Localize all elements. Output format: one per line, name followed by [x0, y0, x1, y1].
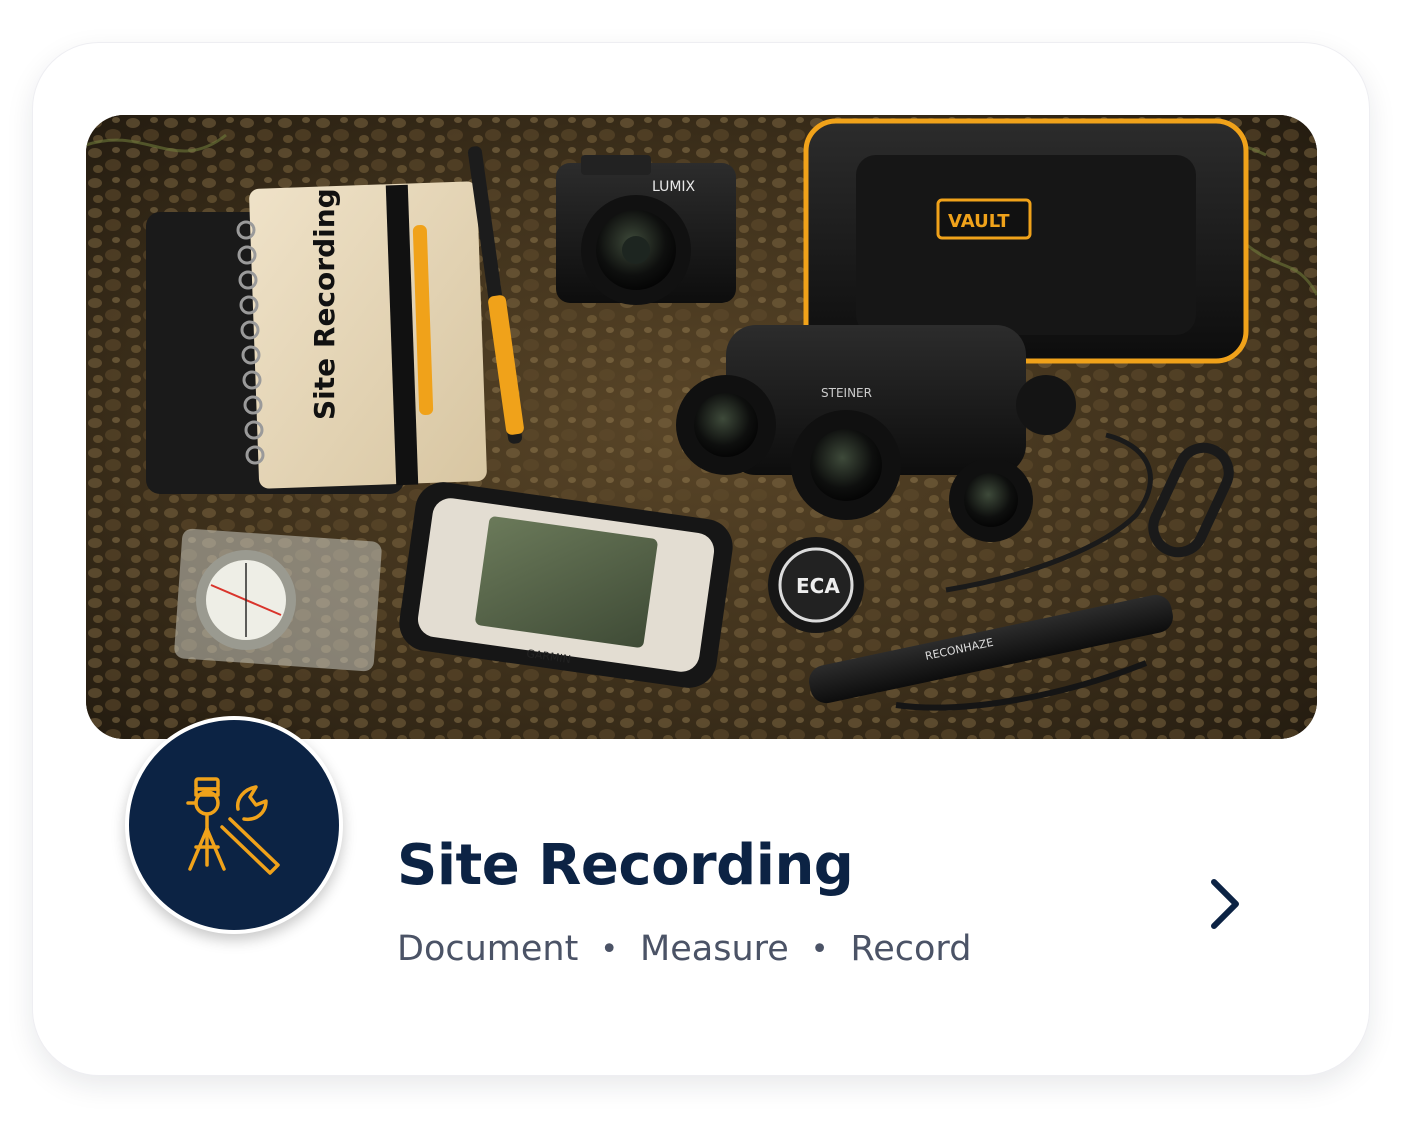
tag-measure: Measure [640, 929, 789, 969]
equipment-photo: Site Recording LUMIX VAULT STEINER GARMI… [86, 115, 1317, 739]
card-tags: Document • Measure • Record [397, 929, 971, 969]
lens-cap: ECA [768, 537, 864, 633]
case-brand: VAULT [948, 211, 1010, 232]
tag-separator: • [600, 931, 619, 967]
compass [174, 528, 382, 672]
tag-record: Record [850, 929, 972, 969]
tag-document: Document [397, 929, 579, 969]
camera: LUMIX [556, 155, 736, 305]
lens-cap-brand: ECA [796, 574, 840, 598]
site-recording-card[interactable]: Site Recording LUMIX VAULT STEINER GARMI… [33, 43, 1369, 1075]
chevron-right-icon [1211, 879, 1239, 929]
card-title: Site Recording [397, 833, 854, 898]
notebook-label: Site Recording [308, 188, 341, 420]
notebook: Site Recording [146, 181, 487, 494]
survey-tools-icon [186, 777, 280, 875]
hero-image: Site Recording LUMIX VAULT STEINER GARMI… [86, 115, 1317, 739]
tag-separator: • [810, 931, 829, 967]
open-button[interactable] [1193, 873, 1255, 935]
camera-brand: LUMIX [652, 179, 696, 195]
category-badge [125, 716, 343, 934]
page: Site Recording LUMIX VAULT STEINER GARMI… [0, 0, 1402, 1122]
binoculars-brand: STEINER [821, 386, 872, 400]
